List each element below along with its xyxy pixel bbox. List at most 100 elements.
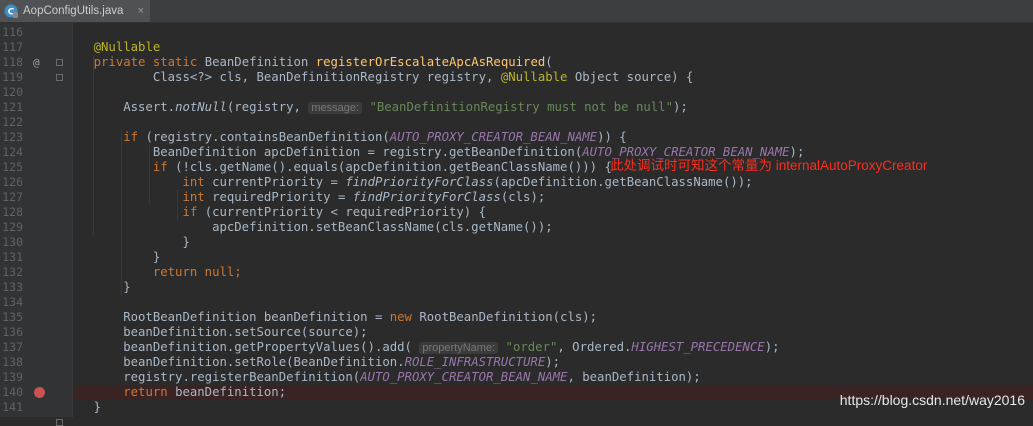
code-line[interactable]: }	[64, 400, 101, 415]
line-number: 122	[2, 115, 23, 129]
line-number: 117	[2, 40, 23, 54]
line-number: 130	[2, 235, 23, 249]
code-line[interactable]: BeanDefinition apcDefinition = registry.…	[64, 145, 805, 160]
code-token: (cls);	[500, 190, 546, 204]
line-number: 124	[2, 145, 23, 159]
parameter-hint: message:	[308, 102, 363, 114]
line-number: 135	[2, 310, 23, 324]
code-token: "order"	[505, 340, 558, 354]
code-line[interactable]: int currentPriority = findPriorityForCla…	[64, 175, 753, 190]
close-tab-icon[interactable]: ×	[138, 5, 144, 17]
code-line[interactable]: Assert.notNull(registry, message: "BeanD…	[64, 100, 688, 115]
parameter-hint: propertyName:	[419, 342, 499, 354]
fold-toggle-icon[interactable]	[56, 74, 63, 81]
code-line[interactable]: beanDefinition.setSource(source);	[64, 325, 367, 340]
fold-toggle-icon[interactable]	[56, 419, 63, 426]
code-token: int	[182, 190, 213, 204]
editor-tab-bar: C AopConfigUtils.java ×	[0, 0, 1033, 23]
code-token: int	[182, 175, 213, 189]
code-line[interactable]: @Nullable	[64, 40, 161, 55]
code-token: beanDefinition;	[175, 385, 287, 399]
code-token: return null	[152, 265, 235, 279]
code-token: new	[389, 310, 420, 324]
code-token: , beanDefinition);	[567, 370, 701, 384]
code-line[interactable]: int requiredPriority = findPriorityForCl…	[64, 190, 545, 205]
code-line[interactable]: }	[64, 280, 130, 295]
code-token: , Ordered.	[557, 340, 632, 354]
line-number: 140	[2, 385, 23, 399]
code-token: );	[672, 100, 688, 114]
code-token: RootBeanDefinition(cls);	[419, 310, 598, 324]
code-token: AUTO_PROXY_CREATOR_BEAN_NAME	[360, 370, 568, 384]
code-line[interactable]: beanDefinition.setRole(BeanDefinition.RO…	[64, 355, 560, 370]
code-token: (apcDefinition.getBeanClassName());	[493, 175, 753, 189]
code-line[interactable]: beanDefinition.getPropertyValues().add( …	[64, 340, 780, 355]
breakpoint-icon[interactable]	[34, 387, 45, 398]
code-token: );	[789, 145, 805, 159]
line-number: 121	[2, 100, 23, 114]
code-token: )) {	[597, 130, 627, 144]
code-line[interactable]: if (registry.containsBeanDefinition(AUTO…	[64, 130, 627, 145]
code-line[interactable]: }	[64, 250, 160, 265]
code-token: );	[545, 355, 561, 369]
code-token: currentPriority =	[212, 175, 346, 189]
code-token: AUTO_PROXY_CREATOR_BEAN_NAME	[389, 130, 598, 144]
code-token: BeanDefinition apcDefinition = registry.…	[64, 145, 583, 159]
code-token: findPriorityForClass	[345, 175, 494, 189]
line-number: 137	[2, 340, 23, 354]
code-token: "BeanDefinitionRegistry must not be null…	[369, 100, 673, 114]
code-token: findPriorityForClass	[352, 190, 501, 204]
code-line[interactable]: Class<?> cls, BeanDefinitionRegistry reg…	[64, 70, 694, 85]
code-line[interactable]: return null;	[64, 265, 242, 280]
line-number: 131	[2, 250, 23, 264]
code-token: ;	[234, 265, 242, 279]
code-token: (	[545, 55, 553, 69]
line-number: 118	[2, 55, 23, 69]
code-line[interactable]: registry.registerBeanDefinition(AUTO_PRO…	[64, 370, 701, 385]
tab-aopconfigutils[interactable]: C AopConfigUtils.java ×	[0, 0, 150, 22]
code-token: Assert.	[64, 100, 176, 114]
line-number: 119	[2, 70, 23, 84]
watermark: https://blog.csdn.net/way2016	[839, 392, 1025, 408]
code-line[interactable]: RootBeanDefinition beanDefinition = new …	[64, 310, 597, 325]
line-number: 123	[2, 130, 23, 144]
code-token: AUTO_PROXY_CREATOR_BEAN_NAME	[582, 145, 790, 159]
code-token: if	[182, 205, 205, 219]
code-token: (!cls.getName().equals(apcDefinition.get…	[175, 160, 612, 174]
code-token: apcDefinition.setBeanClassName(cls.getNa…	[64, 220, 553, 234]
code-token: ROLE_INFRASTRUCTURE	[404, 355, 546, 369]
code-line[interactable]: apcDefinition.setBeanClassName(cls.getNa…	[64, 220, 553, 235]
code-line[interactable]: }	[64, 235, 190, 250]
code-line[interactable]: if (!cls.getName().equals(apcDefinition.…	[64, 160, 612, 175]
fold-toggle-icon[interactable]	[56, 59, 63, 66]
code-editor[interactable]: 此处调试时可知这个常量为 internalAutoProxyCreator 11…	[0, 23, 1033, 426]
line-number: 132	[2, 265, 23, 279]
code-token: if	[152, 160, 176, 174]
line-number: 134	[2, 295, 23, 309]
code-token: HIGHEST_PRECEDENCE	[631, 340, 765, 354]
line-number: 116	[2, 25, 23, 39]
code-token: @Nullable	[500, 70, 575, 84]
code-token: BeanDefinition	[204, 55, 316, 69]
code-line[interactable]: private static BeanDefinition registerOr…	[64, 55, 553, 70]
line-number: 126	[2, 175, 23, 189]
code-token: }	[64, 235, 190, 249]
code-token: registry.registerBeanDefinition(	[64, 370, 361, 384]
line-number: 128	[2, 205, 23, 219]
line-number: 120	[2, 85, 23, 99]
code-token: Class<?> cls, BeanDefinitionRegistry reg…	[64, 70, 501, 84]
override-marker-icon[interactable]: @	[33, 55, 40, 70]
code-line[interactable]: if (currentPriority < requiredPriority) …	[64, 205, 486, 220]
code-line[interactable]: return beanDefinition;	[64, 385, 286, 400]
code-token: requiredPriority =	[212, 190, 353, 204]
code-token: (currentPriority < requiredPriority) {	[204, 205, 487, 219]
line-number: 125	[2, 160, 23, 174]
